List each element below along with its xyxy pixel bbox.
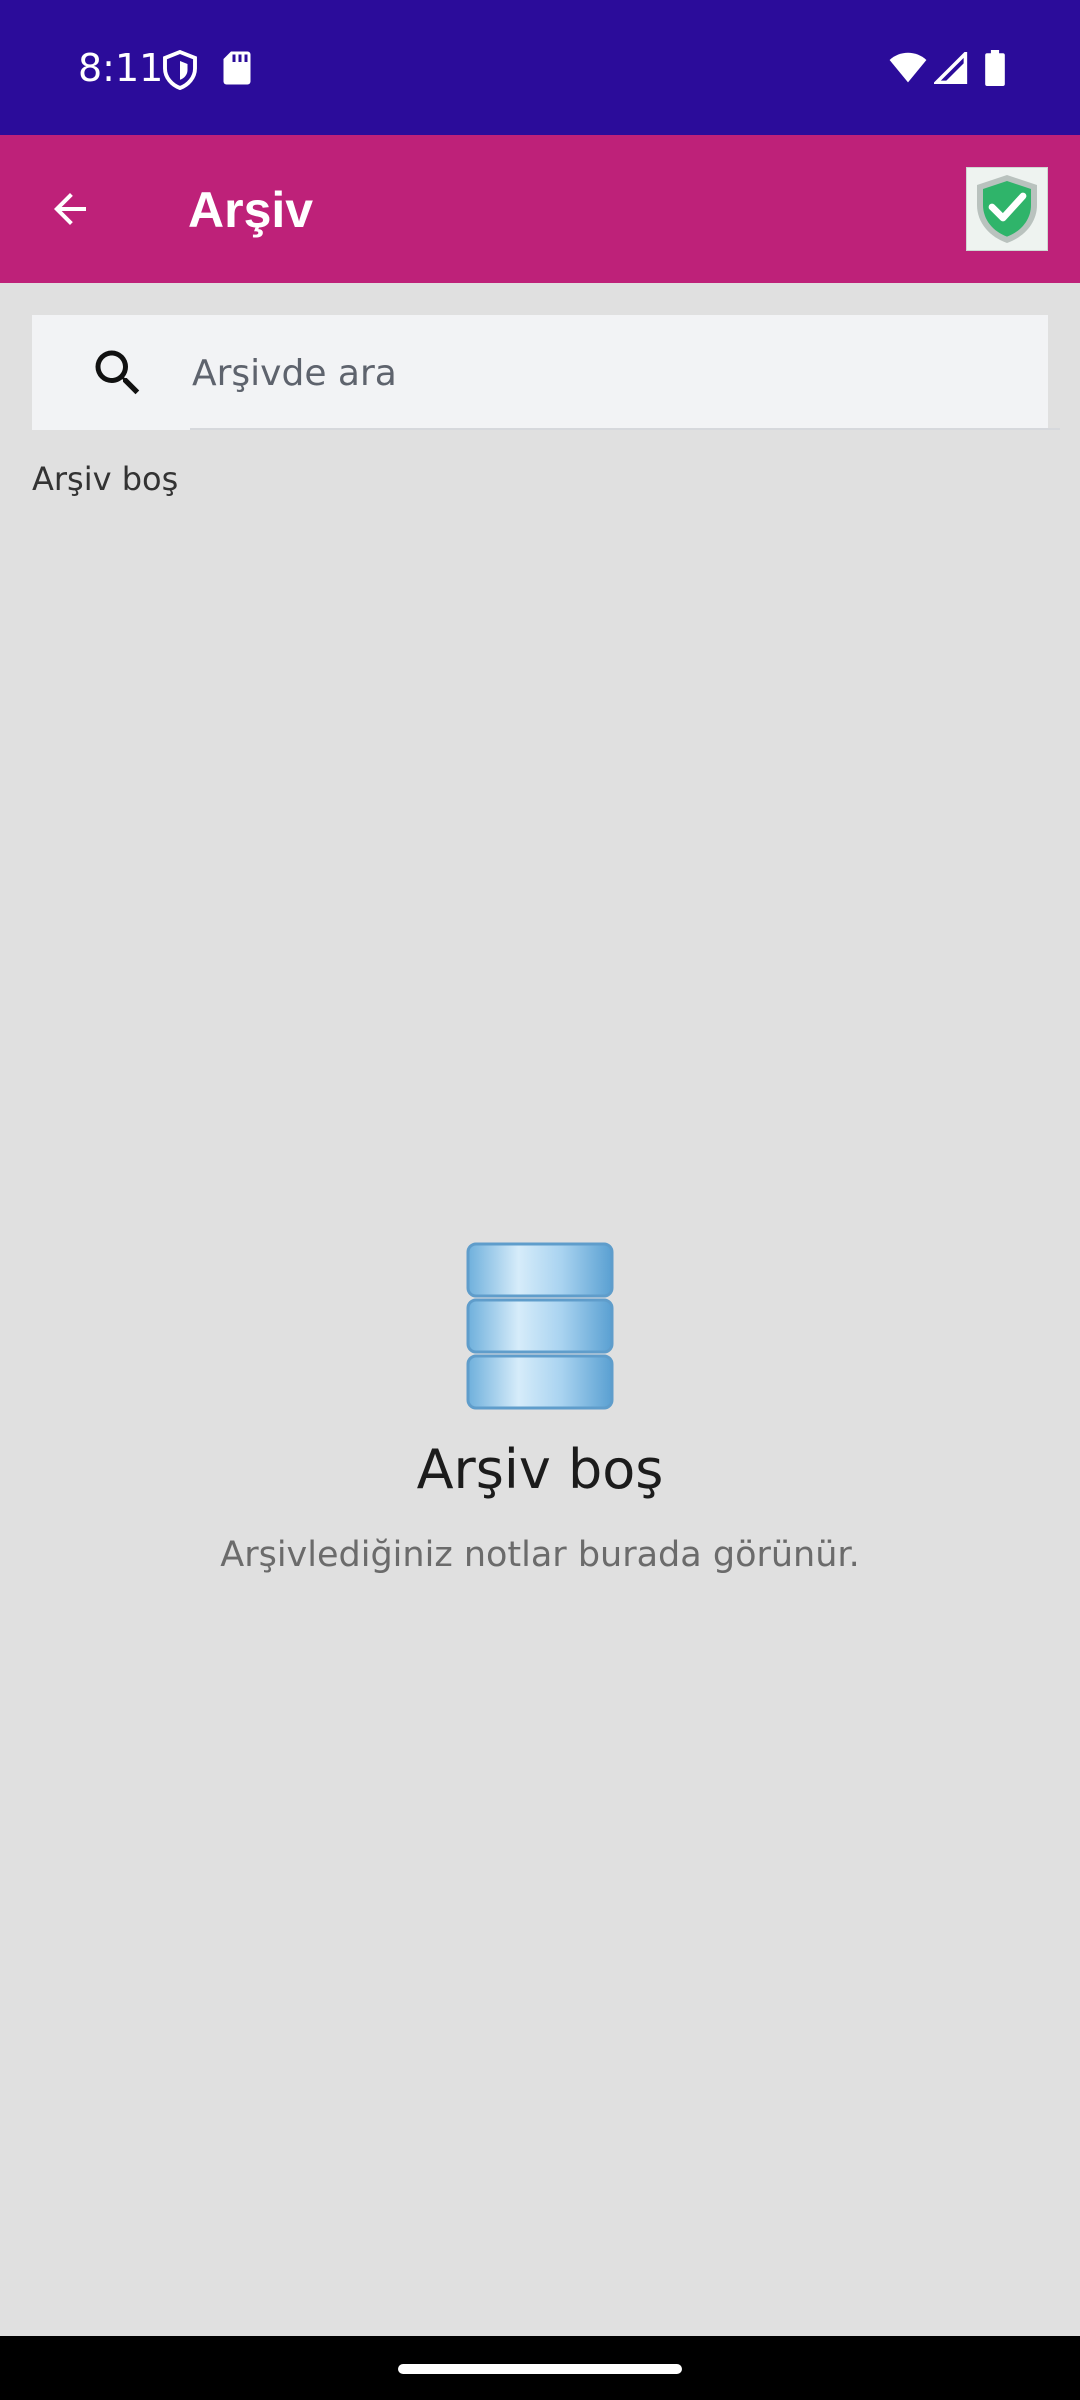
search-icon (95, 350, 140, 395)
archive-status-label: Arşiv boş (32, 460, 179, 498)
status-bar: 8:11 (0, 0, 1080, 135)
wifi-icon (889, 52, 927, 83)
page-title: Arşiv (188, 182, 314, 238)
empty-state-subtitle: Arşivlediğiniz notlar burada görünür. (220, 1535, 860, 1575)
arrow-left-icon (54, 193, 86, 225)
signal-icon (934, 52, 968, 84)
database-icon (466, 1242, 614, 1410)
navigation-bar (0, 2336, 1080, 2400)
empty-state-title: Arşiv boş (416, 1438, 664, 1501)
battery-icon (985, 50, 1005, 86)
shield-check-icon (977, 175, 1037, 243)
home-indicator[interactable] (398, 2364, 682, 2374)
back-button[interactable] (30, 165, 110, 253)
security-badge[interactable] (966, 167, 1048, 251)
search-underline (190, 428, 1060, 430)
empty-state: Arşiv boş Arşivlediğiniz notlar burada g… (0, 1240, 1080, 1575)
status-time: 8:11 (78, 46, 164, 90)
shield-icon (163, 50, 197, 90)
app-bar: Arşiv (0, 135, 1080, 283)
search-box[interactable] (32, 315, 1060, 430)
sd-card-icon (223, 51, 251, 85)
search-input[interactable] (192, 333, 1060, 413)
